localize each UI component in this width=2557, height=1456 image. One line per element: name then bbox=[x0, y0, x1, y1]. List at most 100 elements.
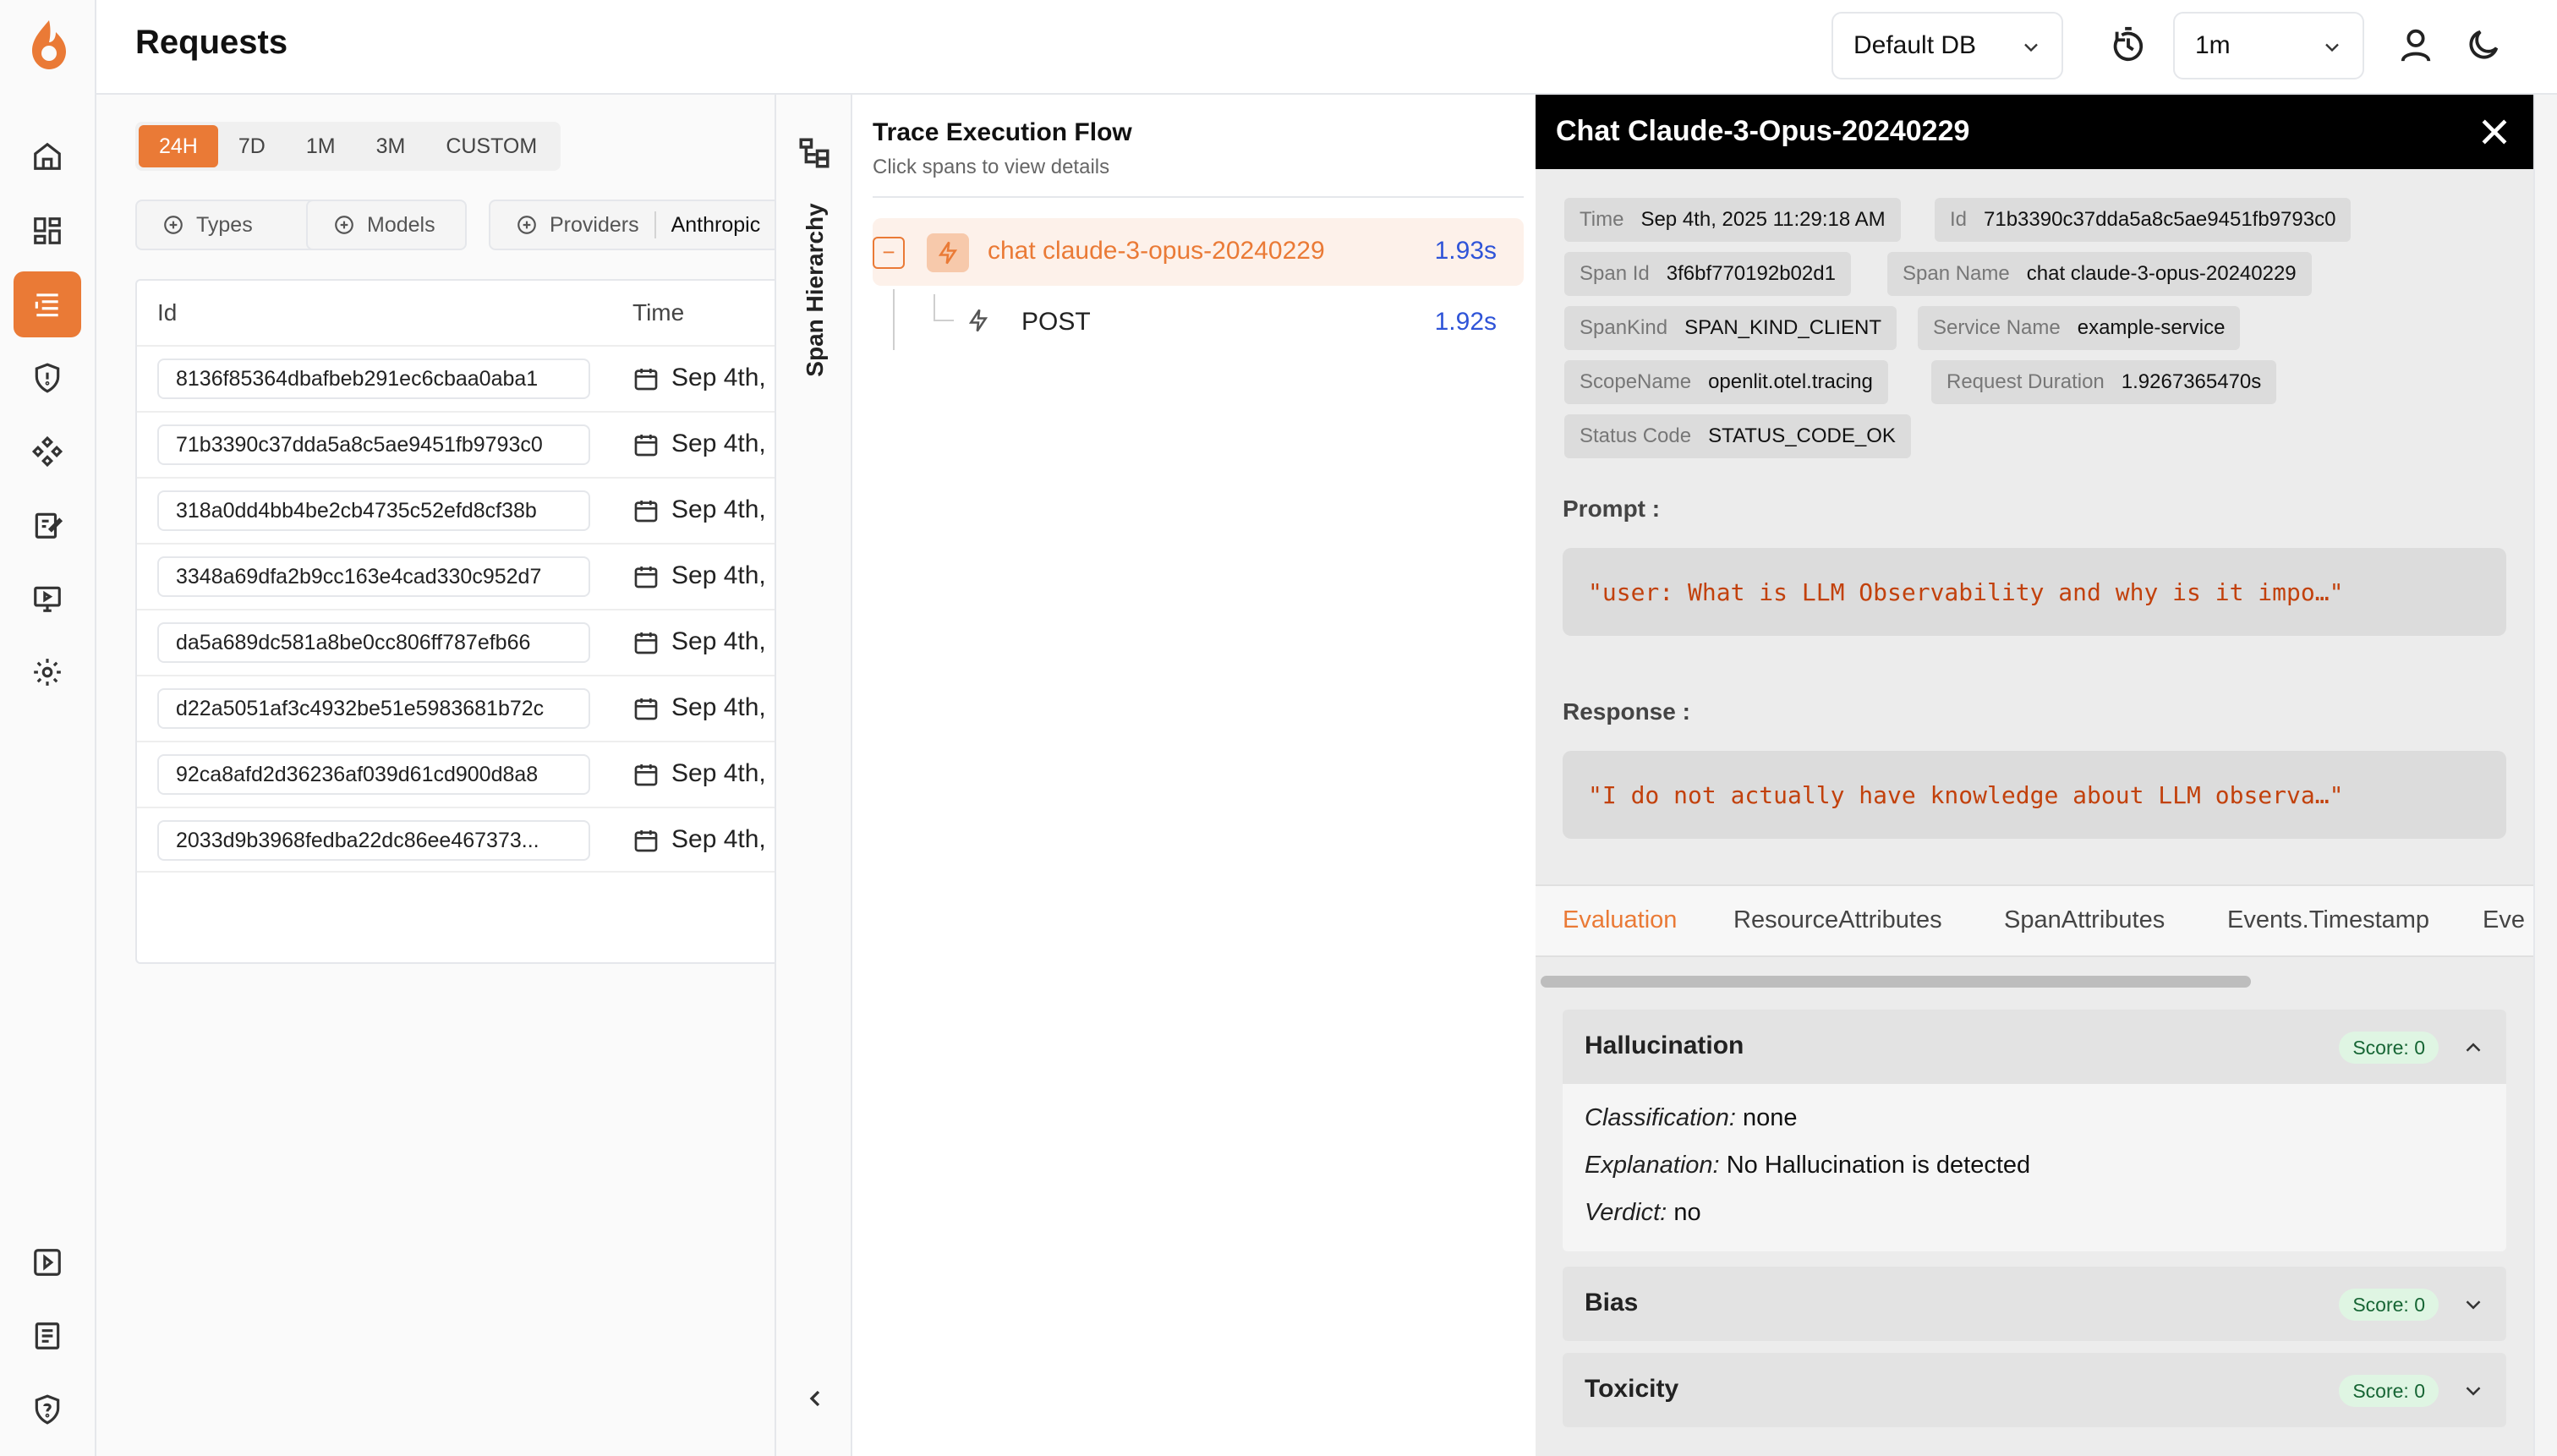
nav-bottom-docs[interactable] bbox=[14, 1303, 81, 1369]
evaluation-verdict: Verdict: no bbox=[1585, 1199, 1701, 1227]
attr-value: 1.9267365470s bbox=[2121, 370, 2262, 393]
calendar-icon bbox=[634, 830, 658, 852]
time-range-selector: 24H 7D 1M 3M CUSTOM bbox=[135, 122, 561, 171]
attr-request-duration: Request Duration 1.9267365470s bbox=[1931, 360, 2277, 404]
shield-icon bbox=[35, 363, 60, 393]
range-custom[interactable]: CUSTOM bbox=[425, 125, 557, 167]
database-select[interactable]: Default DB bbox=[1832, 12, 2063, 79]
play-square-icon bbox=[34, 1249, 61, 1276]
plus-circle-icon bbox=[164, 216, 183, 234]
column-header-time[interactable]: Time bbox=[632, 299, 684, 326]
span-duration: 1.93s bbox=[1434, 237, 1497, 265]
page-scrollbar-track[interactable] bbox=[2533, 95, 2557, 1456]
providers-filter-button[interactable]: Providers Anthropic bbox=[489, 200, 775, 250]
plus-circle-icon bbox=[335, 216, 353, 234]
nav-components[interactable] bbox=[14, 419, 81, 484]
chevron-left-icon bbox=[809, 1390, 820, 1407]
close-icon bbox=[2482, 119, 2507, 145]
span-item[interactable]: − chat claude-3-opus-20240229 1.93s bbox=[873, 218, 1524, 286]
chevron-down-icon[interactable] bbox=[2461, 1378, 2486, 1404]
components-icon bbox=[31, 435, 63, 468]
nav-dashboards[interactable] bbox=[14, 198, 81, 264]
span-item[interactable]: POST 1.92s bbox=[873, 289, 1524, 357]
request-time: Sep 4th, bbox=[671, 495, 766, 523]
evaluation-header[interactable]: Bias Score: 0 bbox=[1563, 1267, 2506, 1341]
close-button[interactable] bbox=[2476, 113, 2513, 151]
range-3m[interactable]: 3M bbox=[356, 125, 426, 167]
tab-resource-attributes[interactable]: ResourceAttributes bbox=[1733, 906, 1942, 934]
request-id: 92ca8afd2d36236af039d61cd900d8a8 bbox=[157, 754, 590, 795]
evaluation-header[interactable]: Hallucination Score: 0 bbox=[1563, 1010, 2506, 1084]
tab-evaluation[interactable]: Evaluation bbox=[1563, 906, 1677, 934]
nav-openground[interactable] bbox=[14, 566, 81, 632]
request-time: Sep 4th, bbox=[671, 430, 766, 457]
request-time: Sep 4th, bbox=[671, 759, 766, 787]
detail-tabs: Evaluation ResourceAttributes SpanAttrib… bbox=[1536, 884, 2533, 957]
shield-question-icon bbox=[35, 1394, 60, 1425]
span-hierarchy-label: Span Hierarchy bbox=[802, 203, 828, 377]
refresh-interval-value: 1m bbox=[2195, 31, 2231, 59]
range-1m[interactable]: 1M bbox=[286, 125, 356, 167]
classification-value: none bbox=[1742, 1104, 1798, 1131]
chevron-down-icon[interactable] bbox=[2461, 1292, 2486, 1317]
range-7d[interactable]: 7D bbox=[218, 125, 286, 167]
table-row[interactable]: 3348a69dfa2b9cc163e4cad330c952d7 Sep 4th… bbox=[137, 543, 775, 609]
response-label: Response : bbox=[1563, 698, 1690, 725]
models-filter-button[interactable]: Models bbox=[306, 200, 467, 250]
evaluation-title: Bias bbox=[1585, 1289, 1639, 1316]
attr-service-name: Service Name example-service bbox=[1918, 306, 2241, 350]
range-24h[interactable]: 24H bbox=[139, 125, 218, 167]
user-menu-button[interactable] bbox=[2396, 25, 2435, 64]
evaluation-title: Hallucination bbox=[1585, 1032, 1744, 1059]
filter-divider bbox=[654, 211, 656, 238]
collapse-panel-button[interactable] bbox=[802, 1385, 829, 1412]
attr-value: Sep 4th, 2025 11:29:18 AM bbox=[1640, 208, 1886, 231]
request-id: 71b3390c37dda5a8c5ae9451fb9793c0 bbox=[157, 424, 590, 465]
attr-key: Span Name bbox=[1903, 262, 2010, 285]
column-header-id[interactable]: Id bbox=[157, 299, 177, 326]
tab-events-timestamp[interactable]: Events.Timestamp bbox=[2227, 906, 2429, 934]
moon-icon bbox=[2469, 30, 2499, 59]
table-row[interactable]: 2033d9b3968fedba22dc86ee467373... Sep 4t… bbox=[137, 807, 775, 873]
nav-requests[interactable] bbox=[14, 271, 81, 337]
nav-bottom-help[interactable] bbox=[14, 1377, 81, 1442]
request-id: 8136f85364dbafbeb291ec6cbaa0aba1 bbox=[157, 359, 590, 399]
attr-key: Service Name bbox=[1933, 316, 2061, 339]
chevron-up-icon[interactable] bbox=[2461, 1035, 2486, 1060]
span-name: chat claude-3-opus-20240229 bbox=[988, 237, 1325, 265]
span-kind-badge bbox=[927, 233, 969, 272]
nav-home[interactable] bbox=[14, 123, 81, 189]
attr-status-code: Status Code STATUS_CODE_OK bbox=[1564, 414, 1911, 458]
classification-label: Classification: bbox=[1585, 1104, 1736, 1131]
collapse-span-button[interactable]: − bbox=[873, 237, 905, 269]
theme-toggle-button[interactable] bbox=[2464, 25, 2503, 64]
tabs-scrollbar-thumb[interactable] bbox=[1541, 976, 2251, 988]
table-row[interactable]: 71b3390c37dda5a8c5ae9451fb9793c0 Sep 4th… bbox=[137, 411, 775, 477]
nav-bottom-play[interactable] bbox=[14, 1229, 81, 1295]
evaluation-header[interactable]: Toxicity Score: 0 bbox=[1563, 1353, 2506, 1427]
attr-scope-name: ScopeName openlit.otel.tracing bbox=[1564, 360, 1888, 404]
span-hierarchy-toggle[interactable] bbox=[797, 135, 832, 171]
user-icon bbox=[2401, 29, 2431, 62]
nav-settings[interactable] bbox=[14, 639, 81, 705]
evaluation-card-bias: Bias Score: 0 bbox=[1563, 1267, 2506, 1341]
nav-guardrails[interactable] bbox=[14, 345, 81, 411]
types-filter-button[interactable]: Types bbox=[135, 200, 330, 250]
top-header: Requests Default DB 1m bbox=[96, 0, 2557, 95]
requests-list-icon bbox=[35, 293, 58, 317]
table-row[interactable]: 92ca8afd2d36236af039d61cd900d8a8 Sep 4th… bbox=[137, 741, 775, 807]
table-row[interactable]: da5a689dc581a8be0cc806ff787efb66 Sep 4th… bbox=[137, 609, 775, 675]
lightning-icon bbox=[938, 241, 958, 265]
tab-span-attributes[interactable]: SpanAttributes bbox=[2004, 906, 2165, 934]
attr-key: Id bbox=[1950, 208, 1968, 231]
table-row[interactable]: 318a0dd4bb4be2cb4735c52efd8cf38b Sep 4th… bbox=[137, 477, 775, 543]
auto-refresh-button[interactable] bbox=[2109, 25, 2148, 64]
table-row[interactable]: 8136f85364dbafbeb291ec6cbaa0aba1 Sep 4th… bbox=[137, 345, 775, 411]
attr-key: SpanKind bbox=[1580, 316, 1668, 339]
openlit-logo[interactable] bbox=[25, 19, 71, 71]
score-badge: Score: 0 bbox=[2339, 1032, 2439, 1064]
refresh-interval-select[interactable]: 1m bbox=[2173, 12, 2364, 79]
table-row[interactable]: d22a5051af3c4932be51e5983681b72c Sep 4th… bbox=[137, 675, 775, 741]
tab-events[interactable]: Eve bbox=[2483, 906, 2525, 934]
nav-prompts[interactable] bbox=[14, 492, 81, 558]
